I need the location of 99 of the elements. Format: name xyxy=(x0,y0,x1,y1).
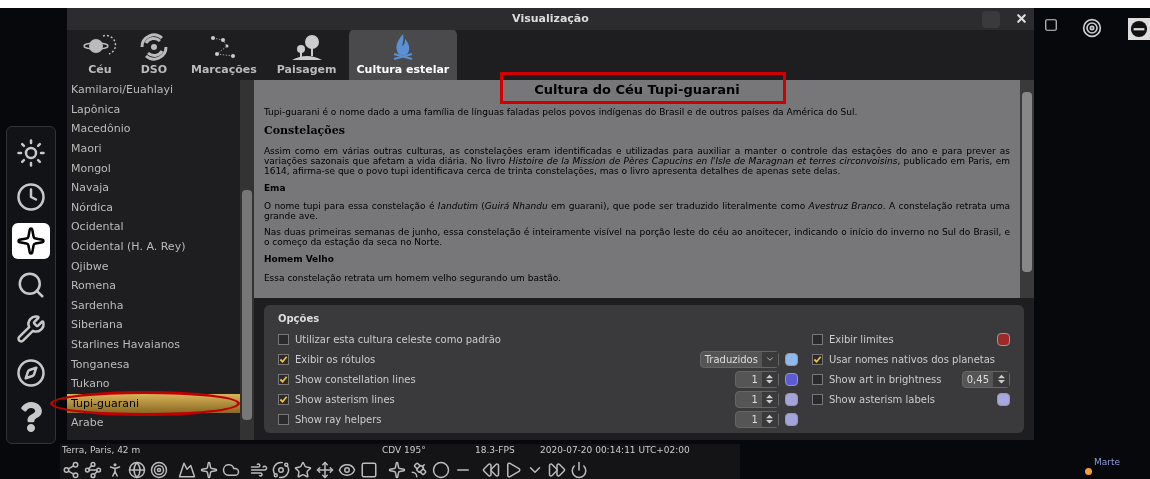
checkbox[interactable] xyxy=(277,353,289,365)
options-title: Opções xyxy=(277,312,320,326)
number-spinner[interactable]: 1 xyxy=(734,410,779,428)
color-swatch[interactable] xyxy=(997,392,1010,406)
number-spinner[interactable]: 0,45 xyxy=(961,370,1010,388)
description-paragraph: Assim como em várias outras culturas, as constelações eram identificadas e utilizadas para auxiliar a manter o controle das estações do ano e para prever as variações sazonais que afetam a vida diária. No livro Histoire de la Mission de Pères Capucins en l'Isle de Maragnan et terres circonvoisins, publicado em Paris, em 1614, afirma-se que o povo tupi identificava cerca de trinta constelações, mas o livro apresenta detalhes de apenas sete delas. xyxy=(263,145,1010,176)
mountain-icon[interactable] xyxy=(178,461,196,479)
spinner-arrows-icon xyxy=(997,374,1005,384)
field-of-view-text: CDV 195° xyxy=(382,444,427,458)
option-label: Show asterism lines xyxy=(294,392,395,407)
color-swatch[interactable] xyxy=(784,352,798,366)
sparkle-icon[interactable] xyxy=(200,461,218,479)
play-icon[interactable] xyxy=(504,461,522,479)
section-heading: Constelações xyxy=(263,123,346,139)
option-label: Exibir limites xyxy=(828,332,894,347)
culture-list-item[interactable]: Lapônica xyxy=(66,102,240,116)
globe-icon[interactable] xyxy=(128,461,146,479)
window-title: Visualização xyxy=(512,10,589,27)
description-scrollbar[interactable] xyxy=(1020,80,1034,298)
checkbox[interactable] xyxy=(811,333,823,345)
orbit-icon[interactable] xyxy=(272,461,290,479)
number-spinner[interactable]: 1 xyxy=(734,370,779,388)
checkbox[interactable] xyxy=(277,333,289,345)
close-icon[interactable] xyxy=(1014,12,1028,25)
spinner-arrows-icon xyxy=(766,414,774,424)
color-swatch[interactable] xyxy=(784,412,798,426)
culture-list-item[interactable]: Tukano xyxy=(66,377,240,391)
star-icon[interactable] xyxy=(294,461,312,479)
planet-label: Marte xyxy=(1093,455,1120,469)
description-paragraph: Tupi-guarani é o nome dado a uma família de línguas faladas pelos povos indígenas do Brasil e de outros países da América do Sul. xyxy=(263,107,859,117)
network-icon[interactable] xyxy=(62,461,80,479)
square-icon[interactable] xyxy=(1044,18,1058,32)
location-text: Terra, Paris, 42 m xyxy=(62,444,142,458)
culture-list-item[interactable]: Navaja xyxy=(66,181,240,195)
option-label: Utilizar esta cultura celeste como padrão xyxy=(294,332,501,347)
culture-list-item[interactable]: Arabe xyxy=(66,416,240,430)
sky-objects-icon[interactable] xyxy=(12,223,50,259)
option-label: Usar nomes nativos dos planetas xyxy=(828,352,996,367)
number-spinner[interactable]: 1 xyxy=(734,390,779,408)
tab[interactable]: Céu xyxy=(74,28,125,80)
culture-list-item[interactable]: Romena xyxy=(66,279,240,293)
target-icon[interactable] xyxy=(1082,18,1102,38)
date-time-text: 2020-07-20 00:14:11 UTC+02:00 xyxy=(540,444,690,458)
cloud-icon[interactable] xyxy=(222,461,240,479)
checkbox[interactable] xyxy=(277,413,289,425)
list-scrollbar[interactable] xyxy=(239,80,254,440)
culture-list-item[interactable]: Starlines Havaianos xyxy=(66,338,240,351)
checkbox[interactable] xyxy=(277,373,289,385)
description-paragraph: Nas duas primeiras semanas de junho, essa constelação é inteiramente visível na porção leste do céu ao anoitecer, indicando o início do inverno no Sul do Brasil, e o começo da estação da seca no Norte. xyxy=(263,227,1010,247)
square-icon[interactable] xyxy=(360,461,378,479)
spinner-arrows-icon xyxy=(766,374,774,384)
subsection-heading: Homem Velho xyxy=(263,253,335,266)
culture-list-item[interactable]: Ojibwe xyxy=(66,259,240,273)
culture-list-item[interactable]: Kamilaroi/Euahlayi xyxy=(66,83,240,97)
description-title: Cultura do Céu Tupi-guarani xyxy=(534,82,740,97)
checkbox[interactable] xyxy=(811,373,823,385)
option-label: Show asterism labels xyxy=(828,392,935,407)
fps-text: 18.3-FPS xyxy=(475,444,516,458)
culture-list-item[interactable]: Nórdica xyxy=(66,200,240,214)
option-label: Show constellation lines xyxy=(294,372,416,387)
checkbox[interactable] xyxy=(811,393,823,405)
description-paragraph: Essa constelação retrata um homem velho segurando um bastão. xyxy=(263,272,562,283)
settings-toggle-icon[interactable] xyxy=(1128,18,1150,40)
power-icon[interactable] xyxy=(570,461,588,479)
culture-list-item[interactable]: Tonganesa xyxy=(66,357,240,371)
culture-list-item[interactable]: Sardenha xyxy=(66,298,240,312)
culture-list-item[interactable]: Siberiana xyxy=(66,318,240,332)
checkbox[interactable] xyxy=(811,353,823,365)
wind-icon[interactable] xyxy=(250,461,268,479)
caret-icon xyxy=(764,354,775,364)
fast-forward-icon[interactable] xyxy=(548,461,566,479)
description-paragraph: O nome tupi para essa constelação é Iandutim (Guirá Nhandu em guarani), que pode ser traduzido literalmente como Avestruz Branco. A constelação retrata uma grande ave. xyxy=(263,201,1010,221)
labels-dropdown[interactable]: Traduzidos xyxy=(699,350,779,368)
target-icon[interactable] xyxy=(150,461,168,479)
checkbox[interactable] xyxy=(277,393,289,405)
color-swatch[interactable] xyxy=(997,332,1010,346)
color-swatch[interactable] xyxy=(784,372,798,386)
color-swatch[interactable] xyxy=(784,392,798,406)
culture-list-item[interactable]: Ocidental xyxy=(66,220,240,234)
tab[interactable]: Paisagem xyxy=(268,28,345,80)
sparkle-icon[interactable] xyxy=(388,461,406,479)
culture-list-item[interactable]: Macedônio xyxy=(66,122,240,136)
option-label: Exibir os rótulos xyxy=(294,352,376,367)
option-label: Show art in brightness xyxy=(828,372,942,387)
tab[interactable]: Cultura estelar xyxy=(348,28,458,80)
spinner-arrows-icon xyxy=(766,394,774,404)
eye-icon[interactable] xyxy=(338,461,356,479)
circle-icon[interactable] xyxy=(432,461,450,479)
waypoints-icon[interactable] xyxy=(84,461,102,479)
move-icon[interactable] xyxy=(316,461,334,479)
subsection-heading: Ema xyxy=(263,181,287,195)
rewind-icon[interactable] xyxy=(482,461,500,479)
tab[interactable]: DSO xyxy=(128,28,179,80)
culture-list-item[interactable]: Maori xyxy=(66,142,240,156)
tab[interactable]: Marcações xyxy=(182,28,265,80)
satellite-icon[interactable] xyxy=(410,461,428,479)
culture-list-item[interactable]: Mongol xyxy=(66,161,240,175)
culture-list-item[interactable]: Ocidental (H. A. Rey) xyxy=(66,240,240,254)
option-label: Show ray helpers xyxy=(294,412,382,427)
